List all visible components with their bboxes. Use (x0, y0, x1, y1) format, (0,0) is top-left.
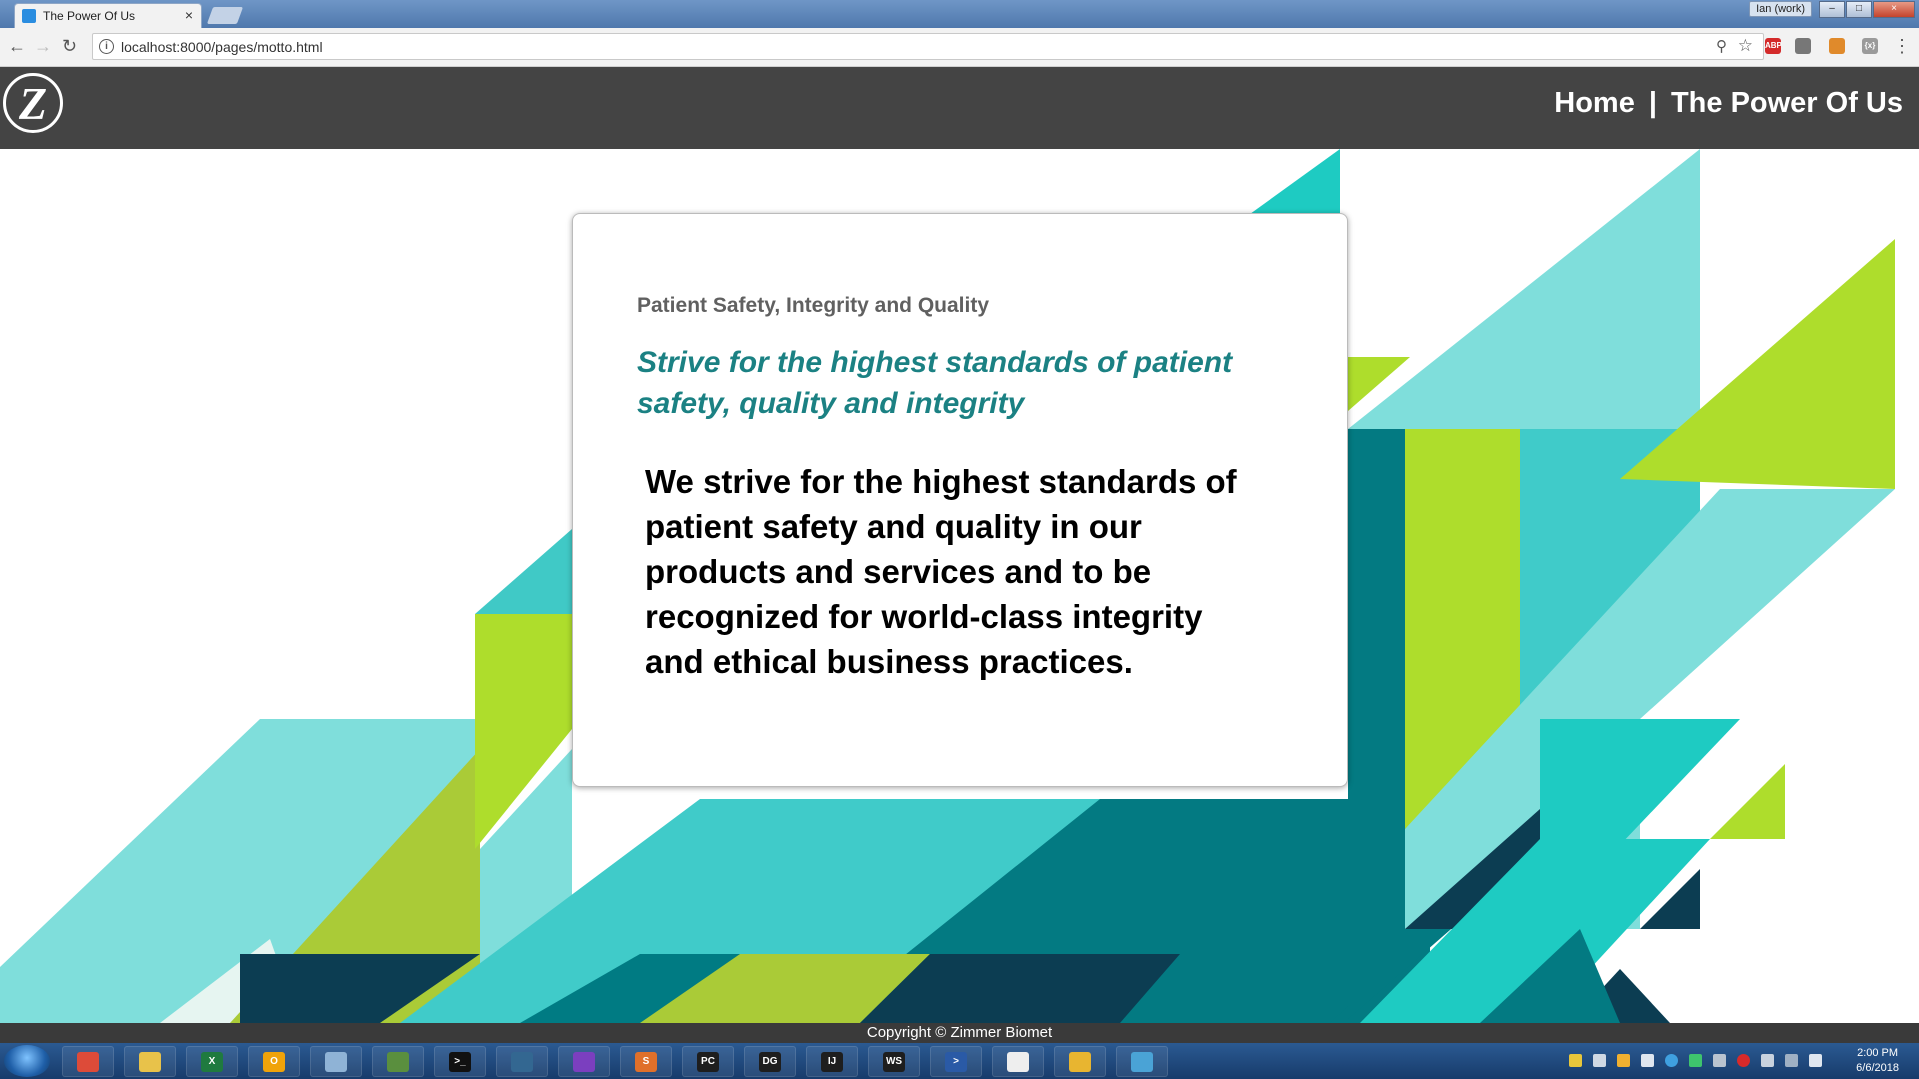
notes-icon (325, 1052, 347, 1072)
datagrip-taskbar-button[interactable]: DG (744, 1046, 796, 1077)
outlook-taskbar-button[interactable]: O (248, 1046, 300, 1077)
visual-studio-taskbar-button[interactable] (558, 1046, 610, 1077)
powershell-taskbar-button[interactable]: > (930, 1046, 982, 1077)
minimize-button[interactable]: – (1819, 1, 1845, 18)
chrome-icon (77, 1052, 99, 1072)
pycharm-taskbar-button[interactable]: PC (682, 1046, 734, 1077)
json-viewer-icon[interactable]: {x} (1862, 38, 1878, 54)
site-footer: Copyright © Zimmer Biomet (0, 1023, 1919, 1043)
browser-menu-icon[interactable]: ⋮ (1893, 36, 1911, 57)
outlook-tray-icon[interactable] (1617, 1054, 1630, 1067)
barcode-taskbar-button[interactable] (992, 1046, 1044, 1077)
clipboard-tray-icon[interactable] (1641, 1054, 1654, 1067)
site-header: Z Home | The Power Of Us (0, 67, 1919, 149)
pycharm-icon: PC (697, 1052, 719, 1072)
tab-the-power-of-us[interactable]: The Power Of Us × (14, 3, 202, 28)
sync-tray-icon[interactable] (1689, 1054, 1702, 1067)
terminal-icon: >_ (449, 1052, 471, 1072)
sublime-icon: S (635, 1052, 657, 1072)
excel-taskbar-button[interactable]: X (186, 1046, 238, 1077)
remote-desktop-taskbar-button[interactable] (372, 1046, 424, 1077)
nav-separator: | (1648, 87, 1657, 119)
webstorm-taskbar-button[interactable]: WS (868, 1046, 920, 1077)
motto-category: Patient Safety, Integrity and Quality (637, 294, 990, 317)
close-tab-icon[interactable]: × (185, 7, 193, 23)
zimmer-biomet-logo[interactable]: Z (3, 73, 63, 133)
url-text[interactable]: localhost:8000/pages/motto.html (121, 39, 323, 55)
address-bar[interactable]: i localhost:8000/pages/motto.html ⚲ ☆ (92, 33, 1764, 60)
alert-tray-icon[interactable] (1737, 1054, 1750, 1067)
browser-titlebar: The Power Of Us × Ian (work) – □ × (0, 0, 1919, 28)
tab-title: The Power Of Us (43, 9, 136, 23)
barcode-icon (1007, 1052, 1029, 1072)
system-tray: 2:00 PM 6/6/2018 (1559, 1043, 1919, 1079)
forward-button[interactable]: → (34, 36, 52, 56)
browser-toolbar: ← → ↻ i localhost:8000/pages/motto.html … (0, 28, 1919, 67)
reload-button[interactable]: ↻ (62, 36, 77, 56)
cloud-tray-icon[interactable] (1761, 1054, 1774, 1067)
adblock-icon[interactable]: ABP (1765, 38, 1782, 54)
visual-studio-icon (573, 1052, 595, 1072)
maximize-button[interactable]: □ (1846, 1, 1872, 18)
new-tab-button[interactable] (206, 7, 244, 24)
remote-desktop-icon (387, 1052, 409, 1072)
signal-tray-icon[interactable] (1785, 1054, 1798, 1067)
postgres-icon (511, 1052, 533, 1072)
back-button[interactable]: ← (8, 36, 26, 56)
outlook-icon: O (263, 1052, 285, 1072)
datagrip-icon: DG (759, 1052, 781, 1072)
close-window-button[interactable]: × (1873, 1, 1915, 18)
nav-home-link[interactable]: Home (1554, 87, 1635, 120)
site-navigation: Home | The Power Of Us (1554, 87, 1903, 120)
copyright-text: Copyright © Zimmer Biomet (866, 1024, 1053, 1041)
security-tray-icon[interactable] (1569, 1054, 1582, 1067)
zoom-icon[interactable]: ⚲ (1716, 37, 1727, 55)
app-taskbar-button[interactable] (1116, 1046, 1168, 1077)
start-button[interactable] (4, 1045, 50, 1077)
motto-body: We strive for the highest standards of p… (645, 463, 1237, 680)
unlock-icon (1069, 1052, 1091, 1072)
file-explorer-icon (139, 1052, 161, 1072)
clock[interactable]: 2:00 PM 6/6/2018 (1856, 1046, 1899, 1076)
motto-card: Patient Safety, Integrity and Quality St… (572, 213, 1348, 787)
terminal-taskbar-button[interactable]: >_ (434, 1046, 486, 1077)
audio-device-tray-icon[interactable] (1713, 1054, 1726, 1067)
bookmark-star-icon[interactable]: ☆ (1738, 36, 1753, 56)
extension-icon[interactable] (1795, 38, 1811, 54)
logo-letter: Z (18, 78, 48, 129)
clock-time: 2:00 PM (1857, 1047, 1899, 1059)
file-explorer-taskbar-button[interactable] (124, 1046, 176, 1077)
network-tray-icon[interactable] (1665, 1054, 1678, 1067)
window-controls: Ian (work) – □ × (1749, 1, 1915, 18)
postgres-taskbar-button[interactable] (496, 1046, 548, 1077)
unlock-taskbar-button[interactable] (1054, 1046, 1106, 1077)
intellij-icon: IJ (821, 1052, 843, 1072)
volume-icon[interactable] (1809, 1054, 1822, 1067)
site-info-icon[interactable]: i (99, 39, 114, 54)
webstorm-icon: WS (883, 1052, 905, 1072)
chrome-taskbar-button[interactable] (62, 1046, 114, 1077)
clock-date: 6/6/2018 (1856, 1062, 1899, 1074)
notes-taskbar-button[interactable] (310, 1046, 362, 1077)
favicon-icon (22, 9, 36, 23)
printer-tray-icon[interactable] (1593, 1054, 1606, 1067)
app-icon (1131, 1052, 1153, 1072)
calendar-icon[interactable] (1829, 38, 1845, 54)
excel-icon: X (201, 1052, 223, 1072)
windows-taskbar: X O >_ S PC DG IJ WS > 2:00 PM 6/6/2018 (0, 1043, 1919, 1079)
powershell-icon: > (945, 1052, 967, 1072)
motto-heading: Strive for the highest standards of pati… (637, 346, 1233, 420)
sublime-taskbar-button[interactable]: S (620, 1046, 672, 1077)
intellij-taskbar-button[interactable]: IJ (806, 1046, 858, 1077)
nav-power-of-us-link[interactable]: The Power Of Us (1671, 87, 1903, 120)
profile-button[interactable]: Ian (work) (1749, 1, 1812, 17)
